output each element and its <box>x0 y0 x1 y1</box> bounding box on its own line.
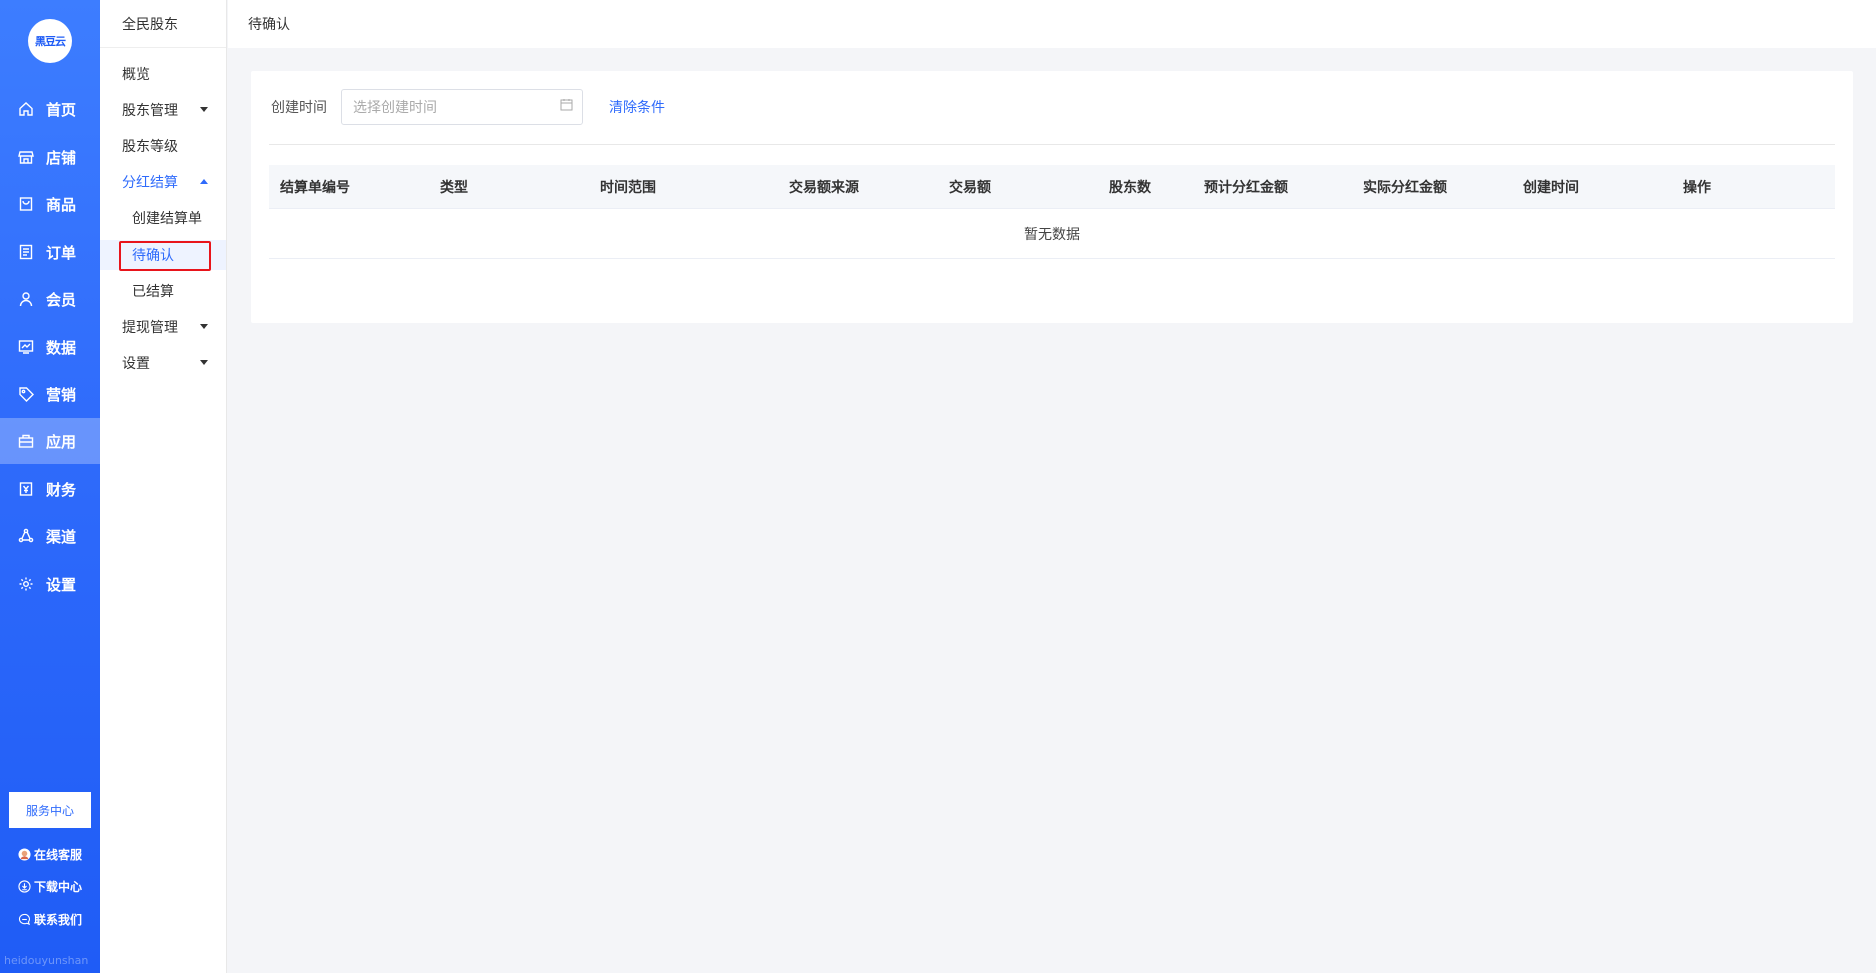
submenu-item-settings[interactable]: 设置 <box>100 348 226 378</box>
column-header: 实际分红金额 <box>1363 180 1447 196</box>
nav-item-goods[interactable]: 商品 <box>0 181 100 227</box>
download-icon <box>18 879 31 893</box>
divider <box>269 144 1835 145</box>
submenu-item-withdrawal-management[interactable]: 提现管理 <box>100 312 226 342</box>
nav-label: 应用 <box>46 432 77 451</box>
nav-item-home[interactable]: 首页 <box>0 86 100 132</box>
create-time-date-picker[interactable]: 选择创建时间 <box>341 89 583 125</box>
logo-text: 黑豆云 <box>35 35 66 48</box>
order-icon <box>19 244 33 260</box>
column-header: 创建时间 <box>1523 180 1579 196</box>
nav-item-apps[interactable]: 应用 <box>0 418 100 464</box>
nav-label: 商品 <box>46 195 77 214</box>
submenu-item-dividend-settlement[interactable]: 分红结算 <box>100 167 226 197</box>
nav-item-order[interactable]: 订单 <box>0 229 100 275</box>
download-center-link[interactable]: 下载中心 <box>18 877 82 895</box>
brand-logo[interactable]: 黑豆云 <box>28 19 72 63</box>
submenu-label: 提现管理 <box>122 320 178 336</box>
member-icon <box>19 292 33 307</box>
submenu-item-shareholder-management[interactable]: 股东管理 <box>100 95 226 125</box>
chart-icon <box>18 340 34 354</box>
filter-label-create-time: 创建时间 <box>271 100 327 116</box>
caret-down-icon <box>200 107 208 112</box>
submenu-label: 已结算 <box>132 284 174 300</box>
clear-filters-link[interactable]: 清除条件 <box>609 97 665 117</box>
submenu-item-settled[interactable]: 已结算 <box>100 276 226 306</box>
table-empty-state: 暂无数据 <box>269 209 1835 259</box>
column-header: 操作 <box>1683 180 1711 196</box>
chat-icon <box>18 913 31 925</box>
nav-item-finance[interactable]: 财务 <box>0 466 100 512</box>
calendar-icon <box>560 99 573 111</box>
page-header: 待确认 <box>228 0 1876 48</box>
nav-item-marketing[interactable]: 营销 <box>0 371 100 417</box>
home-icon <box>19 102 33 116</box>
service-center-button[interactable]: 服务中心 <box>9 792 91 828</box>
online-service-link[interactable]: 在线客服 <box>18 845 82 863</box>
avatar-icon <box>18 847 31 861</box>
nav-label: 首页 <box>46 100 77 119</box>
nav-label: 渠道 <box>46 527 77 546</box>
submenu-item-overview[interactable]: 概览 <box>100 59 226 89</box>
date-picker-placeholder: 选择创建时间 <box>353 100 437 116</box>
help-link-label: 下载中心 <box>34 879 83 894</box>
submenu-label: 创建结算单 <box>132 211 202 227</box>
goods-icon <box>19 197 33 211</box>
channel-icon <box>18 528 34 543</box>
column-header: 交易额来源 <box>789 180 859 196</box>
store-icon <box>18 151 34 164</box>
submenu-item-create-settlement[interactable]: 创建结算单 <box>100 203 226 233</box>
submenu-title: 全民股东 <box>100 0 226 48</box>
nav-label: 会员 <box>46 290 77 309</box>
nav-label: 店铺 <box>46 148 77 167</box>
contact-us-link[interactable]: 联系我们 <box>18 910 82 928</box>
help-link-label: 联系我们 <box>34 912 83 927</box>
nav-label: 财务 <box>46 480 77 499</box>
nav-item-member[interactable]: 会员 <box>0 276 100 322</box>
column-header: 股东数 <box>1109 180 1151 196</box>
app-icon <box>18 434 34 448</box>
column-header: 预计分红金额 <box>1204 180 1288 196</box>
filter-bar: 创建时间 选择创建时间 清除条件 <box>271 89 665 125</box>
submenu-label: 设置 <box>122 356 150 372</box>
caret-down-icon <box>200 360 208 365</box>
submenu-label: 分红结算 <box>122 175 178 191</box>
table-header: 结算单编号 类型 时间范围 交易额来源 交易额 股东数 预计分红金额 实际分红金… <box>269 165 1835 209</box>
gear-icon <box>19 577 33 591</box>
submenu-label: 股东管理 <box>122 103 178 119</box>
watermark: heidouyunshan <box>4 954 89 967</box>
breadcrumb: 待确认 <box>248 17 290 33</box>
nav-label: 数据 <box>46 338 77 357</box>
nav-label: 设置 <box>46 575 77 594</box>
nav-item-channel[interactable]: 渠道 <box>0 513 100 559</box>
nav-item-store[interactable]: 店铺 <box>0 134 100 180</box>
submenu-label: 概览 <box>122 67 150 83</box>
secondary-menu: 全民股东 概览 股东管理 股东等级 分红结算 创建结算单 待确认 已结算 提现管… <box>100 0 227 973</box>
settlement-table: 结算单编号 类型 时间范围 交易额来源 交易额 股东数 预计分红金额 实际分红金… <box>269 165 1835 259</box>
submenu-item-pending-confirmation[interactable]: 待确认 <box>100 240 226 270</box>
submenu-label: 待确认 <box>132 248 174 264</box>
nav-item-data[interactable]: 数据 <box>0 324 100 370</box>
column-header: 类型 <box>440 180 468 196</box>
submenu-item-shareholder-level[interactable]: 股东等级 <box>100 131 226 161</box>
column-header: 结算单编号 <box>280 180 350 196</box>
column-header: 时间范围 <box>600 180 656 196</box>
caret-down-icon <box>200 324 208 329</box>
tag-icon <box>19 387 34 402</box>
nav-item-settings[interactable]: 设置 <box>0 561 100 607</box>
nav-label: 营销 <box>46 385 77 404</box>
main-nav: 黑豆云 首页 店铺 商品 订单 会员 数据 营销 应用 财务 渠道 设置 服务中… <box>0 0 100 973</box>
finance-icon <box>19 482 33 496</box>
help-link-label: 在线客服 <box>34 847 83 862</box>
column-header: 交易额 <box>949 180 991 196</box>
nav-label: 订单 <box>46 243 77 262</box>
content-card: 创建时间 选择创建时间 清除条件 结算单编号 类型 时间范围 交易额来源 交易额… <box>251 71 1853 323</box>
submenu-label: 股东等级 <box>122 139 178 155</box>
caret-up-icon <box>200 179 208 184</box>
